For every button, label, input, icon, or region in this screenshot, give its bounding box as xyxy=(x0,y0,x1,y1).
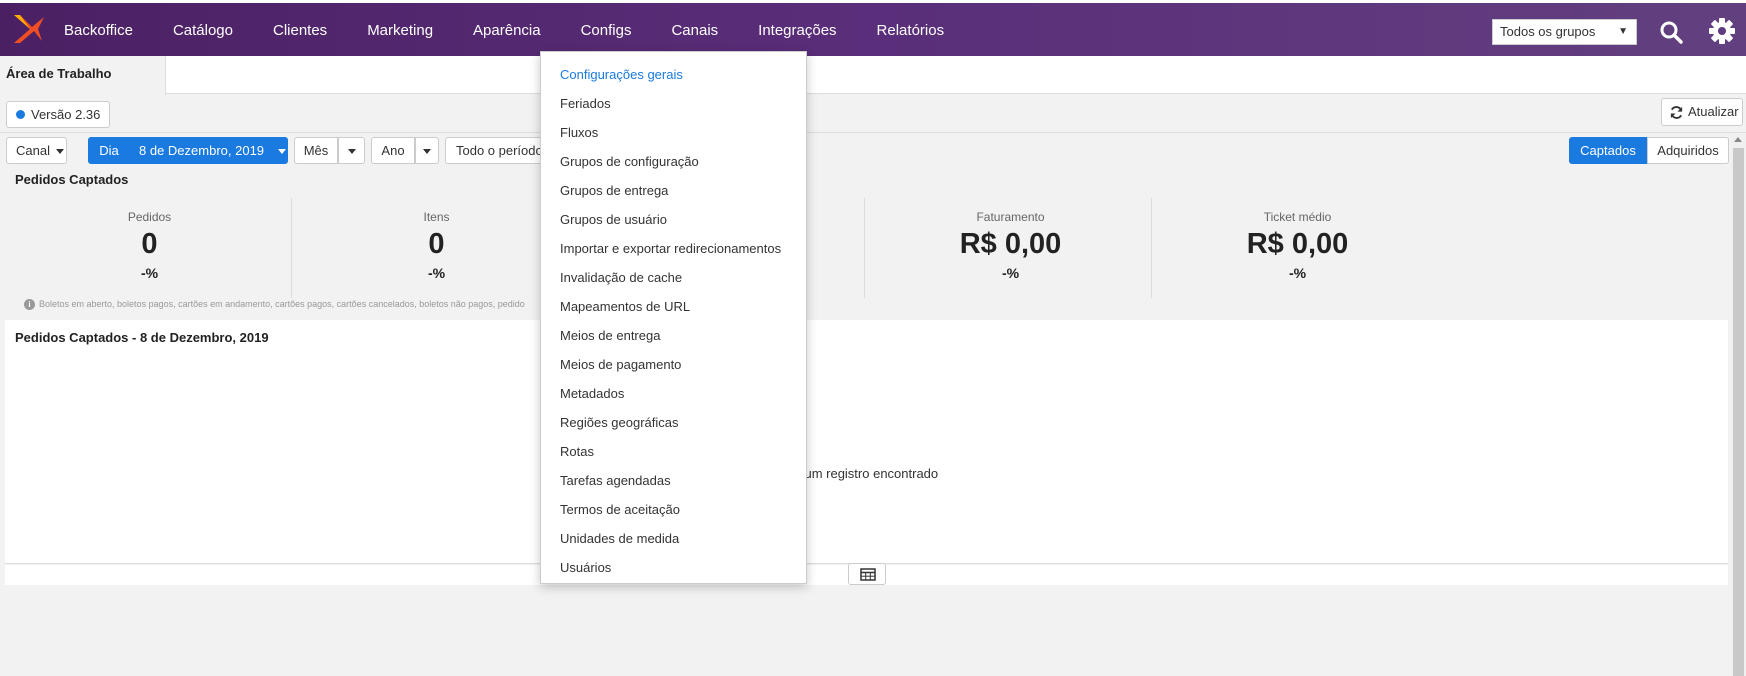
captados-button[interactable]: Captados xyxy=(1569,137,1647,164)
nav-item-marketing[interactable]: Marketing xyxy=(347,3,453,59)
divider xyxy=(864,198,865,298)
mes-dropdown-toggle[interactable] xyxy=(338,137,365,164)
periodo-button[interactable]: Todo o período xyxy=(445,137,545,164)
metric-change: -% xyxy=(1288,265,1307,281)
scrollbar-thumb[interactable] xyxy=(1733,148,1744,676)
metric-value: R$ 0,00 xyxy=(959,228,1062,260)
date-label: 8 de Dezembro, 2019 xyxy=(139,143,265,158)
nav-item-catalogo[interactable]: Catálogo xyxy=(153,3,253,59)
group-select[interactable]: Todos os grupos ▼ xyxy=(1492,19,1637,45)
tabs-row: Área de Trabalho xyxy=(0,56,1746,95)
empty-message: nhum registro encontrado xyxy=(790,466,939,481)
menu-item-grupos-de-configuracao[interactable]: Grupos de configuração xyxy=(541,147,806,176)
menu-item-termos-de-aceitacao[interactable]: Termos de aceitação xyxy=(541,495,806,524)
adquiridos-button[interactable]: Adquiridos xyxy=(1647,137,1729,164)
chart-panel xyxy=(5,320,1728,564)
caret-down-icon xyxy=(423,149,431,155)
canal-label: Canal xyxy=(16,143,50,158)
menu-item-rotas[interactable]: Rotas xyxy=(541,437,806,466)
metrics-row: Pedidos 0 -% Itens 0 -% Faturamento R$ 0… xyxy=(6,196,1726,300)
top-navbar: Backoffice Catálogo Clientes Marketing A… xyxy=(0,0,1746,56)
metric-itens: Itens 0 -% xyxy=(293,196,580,300)
ano-dropdown-toggle[interactable] xyxy=(415,137,439,164)
metric-label: Pedidos xyxy=(127,210,172,224)
info-icon: i xyxy=(24,299,35,311)
metric-pedidos: Pedidos 0 -% xyxy=(6,196,293,300)
menu-item-configuracoes-gerais[interactable]: Configurações gerais xyxy=(541,60,806,89)
divider xyxy=(0,132,1746,133)
metric-faturamento: Faturamento R$ 0,00 -% xyxy=(867,196,1154,300)
menu-item-grupos-de-usuario[interactable]: Grupos de usuário xyxy=(541,205,806,234)
metric-value: 0 xyxy=(141,228,158,260)
metric-label: Faturamento xyxy=(976,210,1045,224)
refresh-icon xyxy=(1670,106,1683,119)
group-select-value: Todos os grupos xyxy=(1500,24,1596,39)
tab-area-de-trabalho[interactable]: Área de Trabalho xyxy=(0,56,166,95)
menu-item-meios-de-entrega[interactable]: Meios de entrega xyxy=(541,321,806,350)
date-picker-button[interactable]: 8 de Dezembro, 2019 xyxy=(130,137,288,164)
logo-icon[interactable] xyxy=(8,11,44,47)
metrics-note-text: Boletos em aberto, boletos pagos, cartõe… xyxy=(39,299,525,309)
refresh-button[interactable]: Atualizar xyxy=(1661,98,1743,126)
caret-down-icon xyxy=(277,149,286,155)
menu-item-regioes-geograficas[interactable]: Regiões geográficas xyxy=(541,408,806,437)
table-view-button[interactable] xyxy=(848,563,886,585)
divider xyxy=(291,198,292,298)
metrics-note: i Boletos em aberto, boletos pagos, cartõ… xyxy=(24,299,525,311)
version-badge: Versão 2.36 xyxy=(6,101,111,128)
caret-down-icon xyxy=(347,149,356,155)
menu-item-meios-de-pagamento[interactable]: Meios de pagamento xyxy=(541,350,806,379)
menu-item-fluxos[interactable]: Fluxos xyxy=(541,118,806,147)
scroll-up-icon[interactable] xyxy=(1734,137,1742,142)
metric-value: R$ 0,00 xyxy=(1246,228,1349,260)
nav-item-relatorios[interactable]: Relatórios xyxy=(857,3,965,59)
menu-item-feriados[interactable]: Feriados xyxy=(541,89,806,118)
menu-item-grupos-de-entrega[interactable]: Grupos de entrega xyxy=(541,176,806,205)
divider xyxy=(1151,198,1152,298)
version-label: Versão 2.36 xyxy=(31,107,101,122)
search-icon[interactable] xyxy=(1658,19,1684,45)
summary-title: Pedidos Captados xyxy=(15,172,129,187)
nav-item-clientes[interactable]: Clientes xyxy=(253,3,347,59)
mes-button[interactable]: Mês xyxy=(294,137,338,164)
chart-panel-title: Pedidos Captados - 8 de Dezembro, 2019 xyxy=(15,330,269,345)
caret-down-icon xyxy=(55,149,64,155)
metric-change: -% xyxy=(140,265,159,281)
menu-item-invalidacao-de-cache[interactable]: Invalidação de cache xyxy=(541,263,806,292)
menu-item-mapeamentos-de-url[interactable]: Mapeamentos de URL xyxy=(541,292,806,321)
table-icon xyxy=(860,568,876,581)
canal-dropdown[interactable]: Canal xyxy=(6,137,67,164)
nav-item-backoffice[interactable]: Backoffice xyxy=(48,3,153,59)
metric-value: 0 xyxy=(428,228,445,260)
main-nav: Backoffice Catálogo Clientes Marketing A… xyxy=(48,3,964,59)
metric-change: -% xyxy=(1001,265,1020,281)
caret-down-icon: ▼ xyxy=(1618,26,1628,37)
metric-ticket-medio: Ticket médio R$ 0,00 -% xyxy=(1154,196,1441,300)
metric-change: -% xyxy=(427,265,446,281)
metric-label: Ticket médio xyxy=(1263,210,1332,224)
metric-label: Itens xyxy=(423,210,450,224)
refresh-label: Atualizar xyxy=(1688,104,1739,119)
ano-button[interactable]: Ano xyxy=(371,137,415,164)
menu-item-tarefas-agendadas[interactable]: Tarefas agendadas xyxy=(541,466,806,495)
vertical-scrollbar[interactable] xyxy=(1731,134,1746,676)
dia-button[interactable]: Dia xyxy=(88,137,130,164)
menu-item-importar-exportar-redirecionamentos[interactable]: Importar e exportar redirecionamentos xyxy=(541,234,806,263)
menu-item-usuarios[interactable]: Usuários xyxy=(541,553,806,582)
menu-item-metadados[interactable]: Metadados xyxy=(541,379,806,408)
menu-item-unidades-de-medida[interactable]: Unidades de medida xyxy=(541,524,806,553)
gear-icon[interactable] xyxy=(1708,17,1736,45)
configs-dropdown-menu: Configurações gerais Feriados Fluxos Gru… xyxy=(540,51,807,584)
status-dot-icon xyxy=(16,110,25,119)
